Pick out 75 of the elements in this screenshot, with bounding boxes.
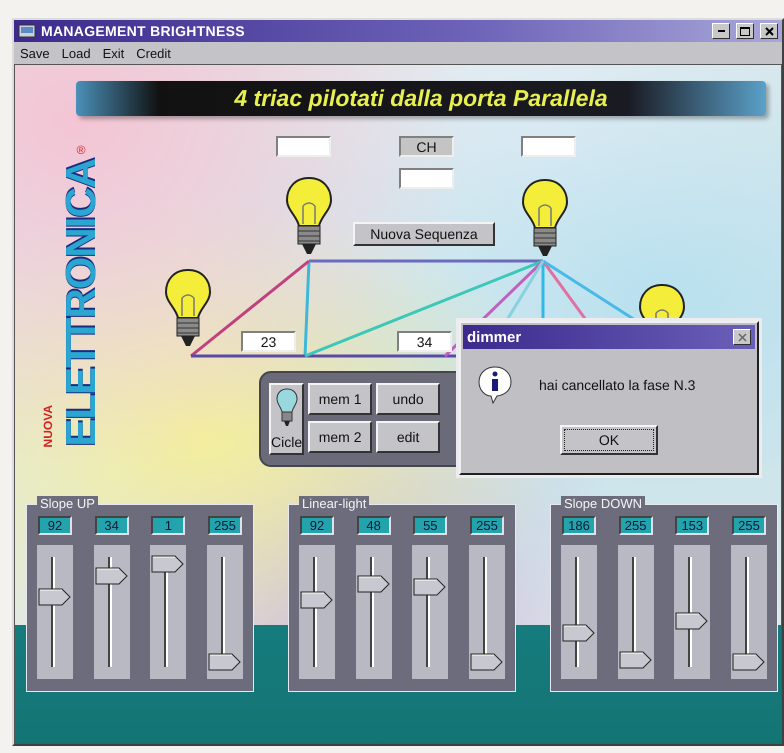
slider-thumb[interactable] <box>151 554 186 573</box>
close-icon <box>738 332 746 342</box>
value-display: 255 <box>208 516 242 535</box>
value-display: 255 <box>470 516 504 535</box>
value-display: 153 <box>675 516 710 535</box>
registered-mark: ® <box>76 143 86 158</box>
banner-title: 4 triac pilotati dalla porta Parallela <box>234 85 608 112</box>
input-field[interactable] <box>276 136 331 157</box>
slider-thumb[interactable] <box>208 652 242 671</box>
slider-thumb[interactable] <box>618 651 653 670</box>
slider-track[interactable] <box>206 545 243 679</box>
value-display: 92 <box>38 516 72 535</box>
slider-thumb[interactable] <box>413 578 448 596</box>
cycle-button[interactable]: Cicle <box>269 383 304 455</box>
group-title: Slope DOWN <box>561 496 646 512</box>
dialog-message: hai cancellato la fase N.3 <box>539 377 696 393</box>
slider-track[interactable] <box>618 545 654 679</box>
slider-thumb[interactable] <box>470 652 504 671</box>
value-display: 1 <box>151 516 186 535</box>
menu-item[interactable]: Load <box>62 46 91 60</box>
dialog-title: dimmer <box>467 328 522 346</box>
ok-button[interactable]: OK <box>560 425 658 455</box>
minimize-icon <box>718 30 724 32</box>
bulb-icon <box>638 283 686 321</box>
app-icon <box>18 23 36 39</box>
panel-button[interactable]: undo <box>376 383 440 415</box>
maximize-icon <box>740 26 750 36</box>
info-icon <box>477 365 513 405</box>
value-display: 255 <box>732 516 766 535</box>
slider-track[interactable] <box>299 545 335 679</box>
slider-track[interactable] <box>674 545 710 679</box>
slider-track[interactable] <box>37 545 73 679</box>
slider-track[interactable] <box>468 545 505 679</box>
slider-track[interactable] <box>561 545 597 679</box>
window-title: MANAGEMENT BRIGHTNESS <box>41 23 245 39</box>
value-display: 186 <box>562 516 596 535</box>
input-field[interactable]: 23 <box>241 331 296 352</box>
value-display: 255 <box>618 516 653 535</box>
input-field[interactable] <box>521 136 576 157</box>
menu-item[interactable]: Exit <box>102 46 124 60</box>
value-display: 55 <box>413 516 448 535</box>
slider-thumb[interactable] <box>675 612 710 630</box>
bulb-icon <box>276 388 298 428</box>
slider-thumb[interactable] <box>300 590 334 609</box>
logo-wordmark: ELETTRONICA <box>57 159 105 447</box>
slider-thumb[interactable] <box>94 566 129 585</box>
close-icon <box>764 26 774 36</box>
slider-track[interactable] <box>730 545 767 679</box>
input-field[interactable]: 34 <box>397 331 452 352</box>
panel-button[interactable]: edit <box>376 421 440 453</box>
group-title: Linear-light <box>299 496 370 512</box>
slider-track[interactable] <box>356 545 392 679</box>
logo-subtitle: NUOVA <box>41 404 55 447</box>
slider-thumb[interactable] <box>356 574 391 593</box>
maximize-button[interactable] <box>736 23 754 39</box>
value-display: 34 <box>94 516 129 535</box>
input-field[interactable] <box>399 168 454 189</box>
minimize-button[interactable] <box>712 23 730 39</box>
group-title: Slope UP <box>37 496 98 512</box>
panel-button[interactable]: mem 1 <box>308 383 372 415</box>
slider-thumb[interactable] <box>38 588 72 606</box>
slider-thumb[interactable] <box>562 624 596 642</box>
value-display: 92 <box>300 516 334 535</box>
slider-thumb[interactable] <box>732 652 766 671</box>
channel-label: CH <box>399 136 454 157</box>
panel-button[interactable]: mem 2 <box>308 421 372 453</box>
value-display: 48 <box>356 516 391 535</box>
close-button[interactable] <box>760 23 778 39</box>
menu-item[interactable]: Credit <box>136 46 171 60</box>
slider-track[interactable] <box>412 545 448 679</box>
close-button[interactable] <box>733 329 751 345</box>
new-sequence-button[interactable]: Nuova Sequenza <box>353 222 495 246</box>
menu-item[interactable]: Save <box>20 46 50 60</box>
slider-track[interactable] <box>150 545 186 679</box>
slider-track[interactable] <box>94 545 130 679</box>
